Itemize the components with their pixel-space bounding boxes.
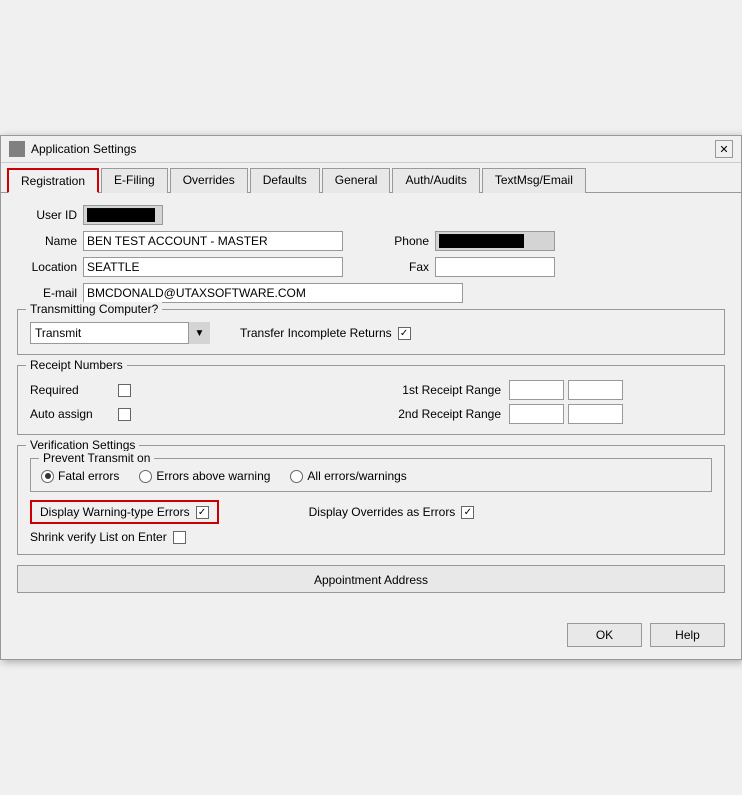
name-label: Name <box>17 234 77 248</box>
close-button[interactable]: ✕ <box>715 140 733 158</box>
tab-textmsg-email[interactable]: TextMsg/Email <box>482 168 586 193</box>
display-warning-label: Display Warning-type Errors <box>40 505 190 519</box>
required-checkbox[interactable] <box>118 384 131 397</box>
name-input[interactable] <box>83 231 343 251</box>
verification-title: Verification Settings <box>26 438 139 452</box>
errors-above-warning-option[interactable]: Errors above warning <box>139 469 270 483</box>
shrink-verify-row: Shrink verify List on Enter <box>30 530 712 544</box>
first-range-row: 1st Receipt Range <box>381 380 712 400</box>
first-range-inputs <box>509 380 623 400</box>
fax-label: Fax <box>369 260 429 274</box>
auto-assign-row: Auto assign <box>30 404 361 424</box>
title-bar-left: Application Settings <box>9 141 136 157</box>
first-range-label: 1st Receipt Range <box>381 383 501 397</box>
fatal-errors-option[interactable]: Fatal errors <box>41 469 119 483</box>
ok-button[interactable]: OK <box>567 623 642 647</box>
transmit-row: Transmit Don't Transmit ▼ Transfer Incom… <box>30 322 712 344</box>
tab-overrides[interactable]: Overrides <box>170 168 248 193</box>
second-range-from-input[interactable] <box>509 404 564 424</box>
tab-bar: Registration E-Filing Overrides Defaults… <box>1 163 741 192</box>
title-bar-text: Application Settings <box>31 142 136 156</box>
prevent-transmit-title: Prevent Transmit on <box>39 451 154 465</box>
name-row: Name Phone <box>17 231 725 251</box>
tab-registration[interactable]: Registration <box>7 168 99 193</box>
transfer-incomplete-row: Transfer Incomplete Returns <box>240 326 411 340</box>
tab-efiling[interactable]: E-Filing <box>101 168 168 193</box>
phone-input[interactable] <box>435 231 555 251</box>
verification-group: Verification Settings Prevent Transmit o… <box>17 445 725 555</box>
userid-row: User ID <box>17 205 725 225</box>
location-label: Location <box>17 260 77 274</box>
tab-auth-audits[interactable]: Auth/Audits <box>392 168 479 193</box>
prevent-transmit-group: Prevent Transmit on Fatal errors Errors … <box>30 458 712 492</box>
location-input[interactable] <box>83 257 343 277</box>
all-errors-option[interactable]: All errors/warnings <box>290 469 406 483</box>
phone-label: Phone <box>369 234 429 248</box>
window-icon <box>9 141 25 157</box>
fax-input[interactable] <box>435 257 555 277</box>
second-range-row: 2nd Receipt Range <box>381 404 712 424</box>
transfer-incomplete-label: Transfer Incomplete Returns <box>240 326 392 340</box>
help-button[interactable]: Help <box>650 623 725 647</box>
display-overrides-section: Display Overrides as Errors <box>309 505 475 519</box>
shrink-verify-label: Shrink verify List on Enter <box>30 530 167 544</box>
display-warning-section: Display Warning-type Errors <box>30 500 219 524</box>
required-label: Required <box>30 383 110 397</box>
bottom-bar: OK Help <box>1 615 741 659</box>
email-label: E-mail <box>17 286 77 300</box>
auto-assign-label: Auto assign <box>30 407 110 421</box>
shrink-verify-checkbox[interactable] <box>173 531 186 544</box>
appointment-address-button[interactable]: Appointment Address <box>17 565 725 593</box>
transmit-select-wrapper: Transmit Don't Transmit ▼ <box>30 322 210 344</box>
required-row: Required <box>30 380 361 400</box>
tab-defaults[interactable]: Defaults <box>250 168 320 193</box>
fatal-errors-label: Fatal errors <box>58 469 119 483</box>
userid-input[interactable] <box>83 205 163 225</box>
userid-label: User ID <box>17 208 77 222</box>
registration-tab-content: User ID Name Phone Location Fax E-mail T… <box>1 192 741 615</box>
email-row: E-mail <box>17 283 725 303</box>
fatal-errors-radio[interactable] <box>41 470 54 483</box>
transmitting-group-title: Transmitting Computer? <box>26 302 162 316</box>
receipt-numbers-title: Receipt Numbers <box>26 358 127 372</box>
second-range-inputs <box>509 404 623 424</box>
display-overrides-checkbox[interactable] <box>461 506 474 519</box>
first-range-to-input[interactable] <box>568 380 623 400</box>
all-errors-radio[interactable] <box>290 470 303 483</box>
display-warning-checkbox[interactable] <box>196 506 209 519</box>
all-errors-label: All errors/warnings <box>307 469 406 483</box>
title-bar: Application Settings ✕ <box>1 136 741 163</box>
second-range-label: 2nd Receipt Range <box>381 407 501 421</box>
prevent-transmit-radio-row: Fatal errors Errors above warning All er… <box>41 469 701 483</box>
warning-overrides-container: Display Warning-type Errors Display Over… <box>30 500 712 524</box>
location-row: Location Fax <box>17 257 725 277</box>
email-input[interactable] <box>83 283 463 303</box>
tab-general[interactable]: General <box>322 168 391 193</box>
second-range-to-input[interactable] <box>568 404 623 424</box>
display-overrides-label: Display Overrides as Errors <box>309 505 456 519</box>
application-settings-window: Application Settings ✕ Registration E-Fi… <box>0 135 742 660</box>
transmit-select[interactable]: Transmit Don't Transmit <box>30 322 210 344</box>
errors-above-warning-radio[interactable] <box>139 470 152 483</box>
errors-above-warning-label: Errors above warning <box>156 469 270 483</box>
receipt-grid: Required 1st Receipt Range Auto assign 2… <box>30 380 712 424</box>
receipt-numbers-group: Receipt Numbers Required 1st Receipt Ran… <box>17 365 725 435</box>
auto-assign-checkbox[interactable] <box>118 408 131 421</box>
transfer-incomplete-checkbox[interactable] <box>398 327 411 340</box>
first-range-from-input[interactable] <box>509 380 564 400</box>
transmitting-group: Transmitting Computer? Transmit Don't Tr… <box>17 309 725 355</box>
